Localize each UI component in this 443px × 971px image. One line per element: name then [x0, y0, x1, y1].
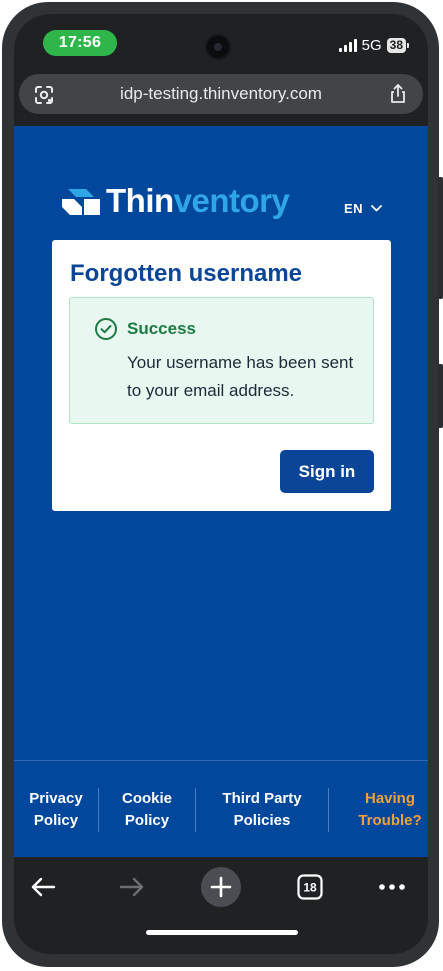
- brand-logo[interactable]: Thinventory: [62, 182, 290, 220]
- more-menu-button[interactable]: [372, 867, 412, 907]
- footer-link-having-trouble-line1: Having: [364, 789, 415, 807]
- footer-link-third-party-line1: Third Party: [222, 789, 302, 807]
- footer-link-having-trouble-line2: Trouble?: [358, 811, 422, 829]
- screen: 17:56 5G 38 idp-testing.thinventory.com: [14, 14, 428, 954]
- footer-link-cookie[interactable]: Cookie Policy: [99, 788, 195, 832]
- language-selector[interactable]: EN: [344, 201, 382, 216]
- front-camera: [207, 36, 229, 58]
- address-bar[interactable]: idp-testing.thinventory.com: [19, 74, 423, 114]
- page-title: Forgotten username: [70, 260, 303, 287]
- status-bar: 17:56 5G 38: [14, 14, 428, 72]
- status-time: 17:56: [43, 30, 117, 56]
- brand-name-part1: Thin: [106, 182, 174, 219]
- footer-link-cookie-line2: Policy: [124, 811, 170, 829]
- arrow-right-icon: [119, 877, 144, 897]
- success-alert: Success Your username has been sent to y…: [69, 297, 374, 424]
- tab-switcher-button[interactable]: 18: [290, 867, 330, 907]
- forgot-username-card: Forgotten username Success Your username…: [52, 240, 391, 511]
- brand-name: Thinventory: [106, 182, 290, 220]
- thinventory-logo-icon: [62, 189, 100, 215]
- footer-link-privacy[interactable]: Privacy Policy: [14, 788, 98, 832]
- language-label: EN: [344, 201, 364, 216]
- network-type: 5G: [361, 37, 382, 54]
- forward-button[interactable]: [112, 867, 152, 907]
- url-text[interactable]: idp-testing.thinventory.com: [19, 74, 423, 114]
- alert-title: Success: [127, 319, 196, 338]
- alert-message: Your username has been sent to your emai…: [127, 353, 354, 400]
- volume-button: [438, 177, 443, 299]
- footer-link-privacy-line1: Privacy: [29, 789, 83, 807]
- sign-in-button[interactable]: Sign in: [280, 450, 374, 493]
- footer-link-privacy-line2: Policy: [33, 811, 79, 829]
- tab-count: 18: [303, 881, 317, 895]
- battery-icon: 38: [386, 38, 410, 53]
- check-circle-icon: [95, 318, 117, 340]
- share-icon[interactable]: [387, 83, 409, 105]
- chevron-down-icon: [371, 205, 382, 212]
- signal-icon: [338, 39, 357, 52]
- footer: Privacy Policy Cookie Policy Third Party…: [14, 760, 428, 858]
- browser-toolbar: 18: [14, 857, 428, 954]
- footer-link-third-party-line2: Policies: [233, 811, 291, 829]
- footer-link-having-trouble[interactable]: Having Trouble?: [329, 788, 428, 832]
- back-button[interactable]: [23, 867, 63, 907]
- more-icon: [379, 884, 405, 890]
- plus-icon: [201, 867, 241, 907]
- gesture-bar[interactable]: [146, 930, 298, 935]
- status-indicators: 5G 38: [338, 37, 410, 54]
- new-tab-button[interactable]: [201, 867, 241, 907]
- tab-switcher-icon: 18: [297, 874, 323, 900]
- footer-link-cookie-line1: Cookie: [121, 789, 172, 807]
- web-page: Thinventory EN Forgotten username Succes…: [14, 126, 428, 857]
- footer-link-third-party[interactable]: Third Party Policies: [196, 788, 328, 832]
- arrow-left-icon: [31, 877, 56, 897]
- brand-name-part2: ventory: [173, 182, 290, 219]
- power-button: [438, 364, 443, 428]
- phone-frame: 17:56 5G 38 idp-testing.thinventory.com: [2, 2, 443, 967]
